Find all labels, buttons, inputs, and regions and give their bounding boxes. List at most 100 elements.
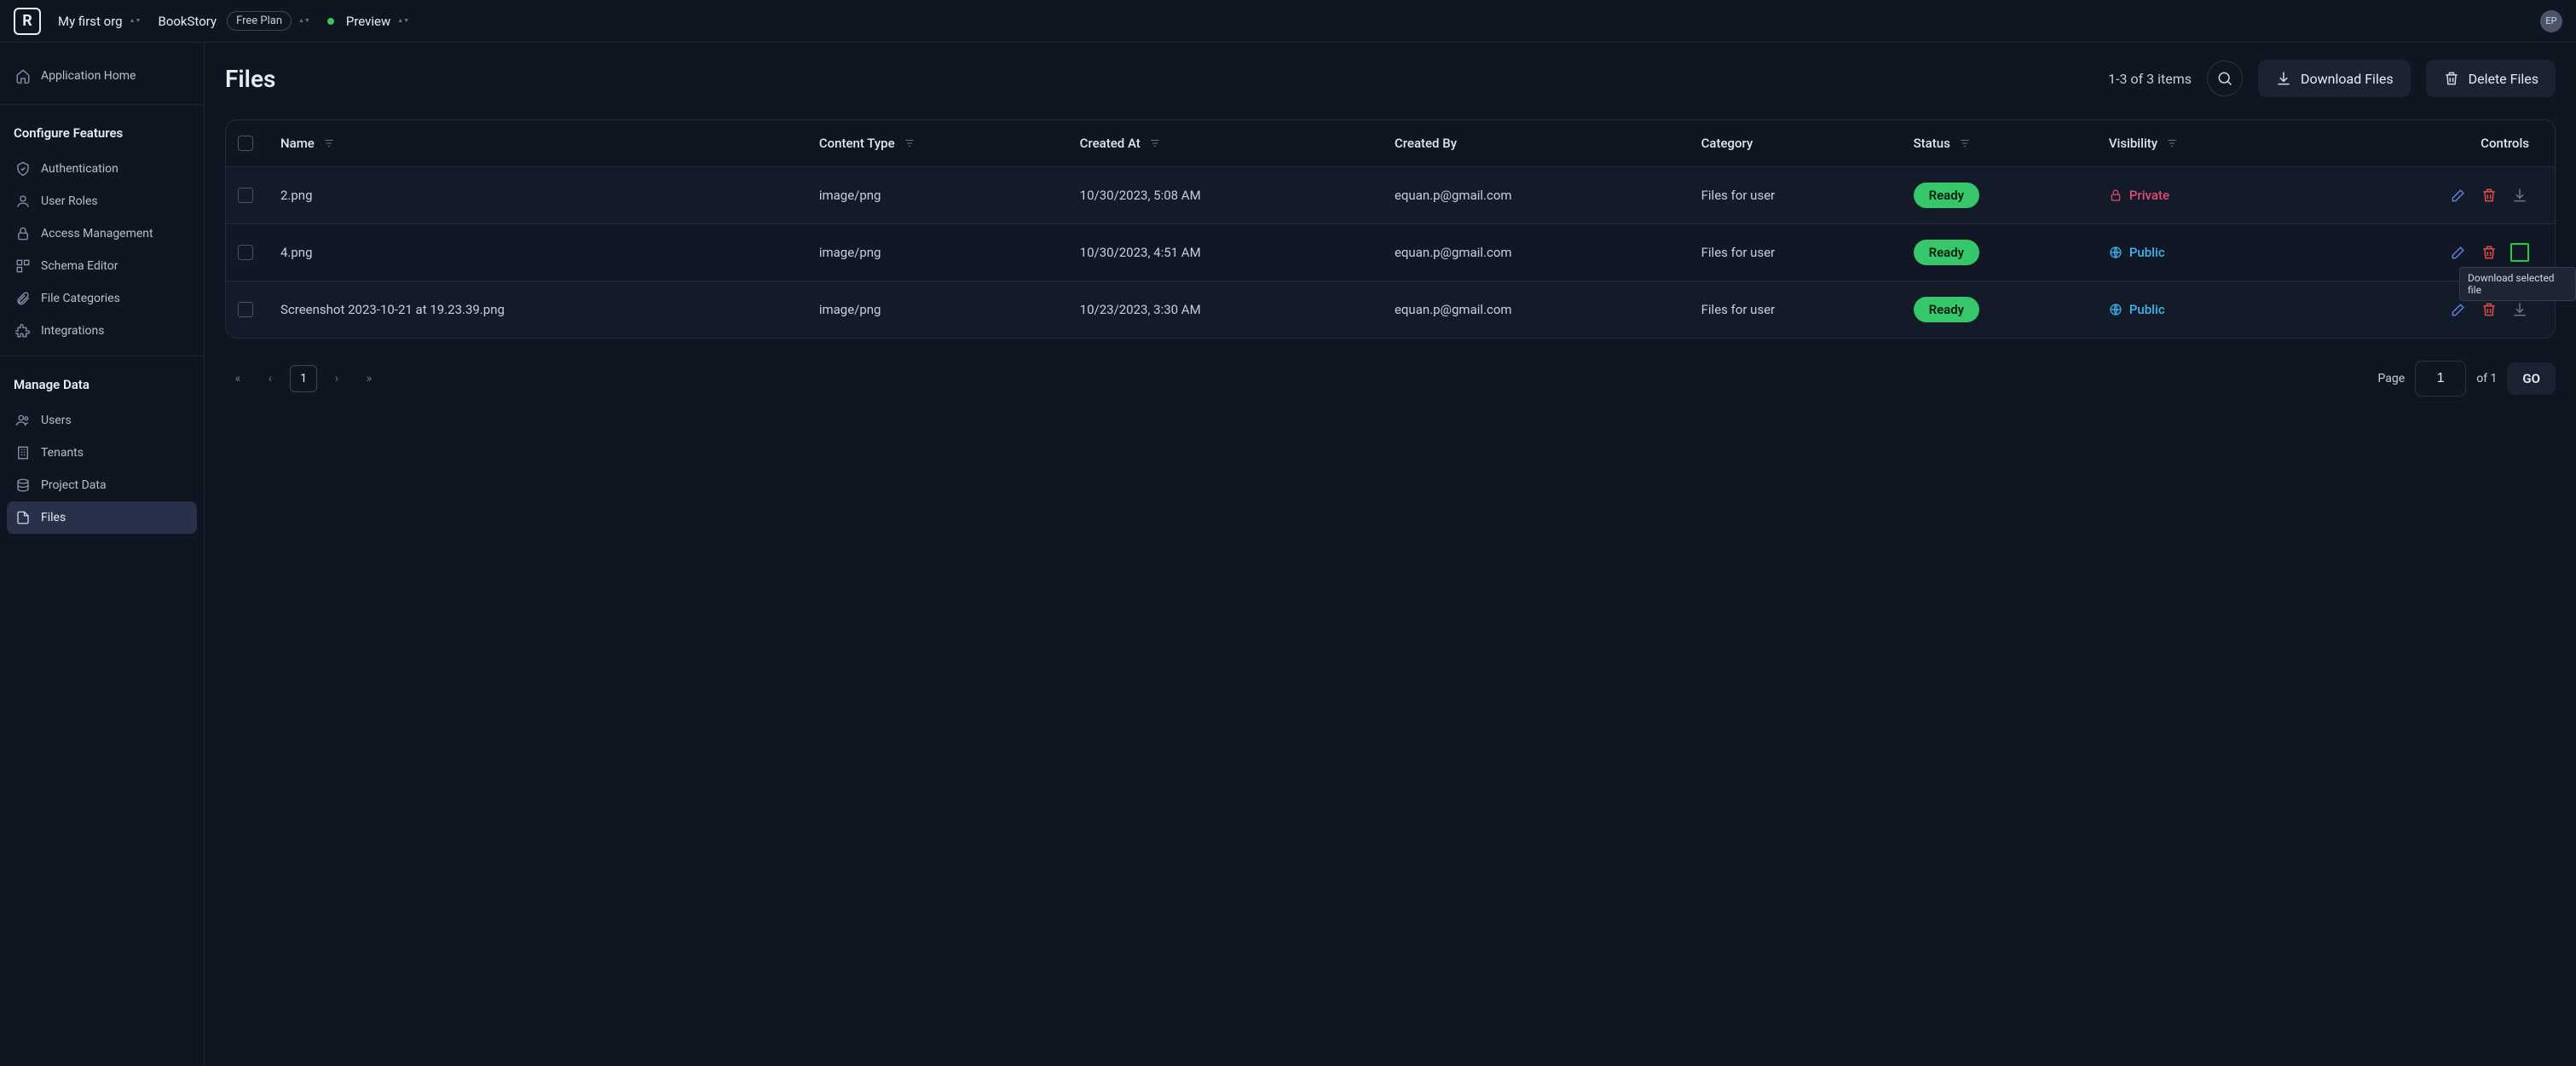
cell-created-at: 10/30/2023, 5:08 AM: [1068, 167, 1383, 224]
delete-files-button[interactable]: Delete Files: [2426, 60, 2556, 97]
visibility-badge: Public: [2109, 245, 2287, 260]
visibility-badge: Public: [2109, 302, 2287, 317]
sidebar-item-schema-editor[interactable]: Schema Editor: [7, 250, 197, 282]
filter-icon[interactable]: [2166, 137, 2178, 149]
cell-created-at: 10/30/2023, 4:51 AM: [1068, 224, 1383, 281]
sidebar-section-title: Manage Data: [7, 368, 197, 404]
first-page-button[interactable]: «: [225, 366, 251, 391]
status-dot-icon: [327, 18, 334, 25]
app-logo[interactable]: R: [14, 8, 41, 35]
users-icon: [15, 413, 31, 428]
table-row: Screenshot 2023-10-21 at 19.23.39.png im…: [226, 281, 2555, 339]
user-avatar[interactable]: EP: [2540, 10, 2562, 32]
building-icon: [15, 445, 31, 461]
column-header: Status: [1914, 136, 1950, 151]
page-number-button[interactable]: 1: [290, 365, 317, 392]
last-page-button[interactable]: »: [356, 366, 382, 391]
project-selector[interactable]: BookStory Free Plan ▲▼: [158, 11, 309, 31]
column-header: Controls: [2481, 136, 2529, 151]
main-content: Files 1-3 of 3 items Download Files Dele…: [205, 43, 2576, 1066]
table-row: 2.png image/png 10/30/2023, 5:08 AM equa…: [226, 167, 2555, 224]
chevron-updown-icon: ▲▼: [298, 19, 310, 23]
lock-icon: [15, 226, 31, 241]
sidebar-section-title: Configure Features: [7, 117, 197, 153]
topbar: R My first org ▲▼ BookStory Free Plan ▲▼…: [0, 0, 2576, 43]
cell-content-type: image/png: [807, 281, 1068, 339]
column-header: Visibility: [2109, 136, 2157, 151]
row-checkbox[interactable]: [238, 188, 253, 203]
download-icon: [2275, 70, 2292, 87]
sidebar-item-file-categories[interactable]: File Categories: [7, 282, 197, 315]
sidebar-item-label: Project Data: [41, 478, 107, 492]
status-badge: Ready: [1914, 297, 1980, 322]
download-row-button[interactable]: [2510, 243, 2529, 262]
paperclip-icon: [15, 291, 31, 306]
items-count: 1-3 of 3 items: [2108, 71, 2192, 87]
filter-icon[interactable]: [323, 137, 335, 149]
home-icon: [15, 68, 31, 84]
sidebar-item-label: Access Management: [41, 227, 153, 240]
sidebar-item-integrations[interactable]: Integrations: [7, 315, 197, 347]
column-header: Content Type: [819, 136, 895, 151]
cell-created-by: equan.p@gmail.com: [1383, 281, 1689, 339]
sidebar-item-label: Authentication: [41, 162, 118, 176]
page-input[interactable]: [2415, 361, 2466, 397]
sidebar-item-home[interactable]: Application Home: [7, 60, 197, 92]
cell-name: Screenshot 2023-10-21 at 19.23.39.png: [269, 281, 807, 339]
file-icon: [15, 510, 31, 525]
plan-badge: Free Plan: [227, 11, 292, 31]
table-header-row: Name Content Type Created At Created By …: [226, 120, 2555, 167]
sidebar-item-project-data[interactable]: Project Data: [7, 469, 197, 501]
chevron-updown-icon: ▲▼: [130, 19, 142, 23]
status-badge: Ready: [1914, 240, 1980, 265]
button-label: Download Files: [2301, 71, 2394, 87]
next-page-button[interactable]: ›: [324, 366, 349, 391]
environment-selector[interactable]: Preview ▲▼: [327, 14, 409, 29]
sidebar-item-user-roles[interactable]: User Roles: [7, 185, 197, 217]
go-button[interactable]: GO: [2507, 362, 2556, 395]
download-row-button[interactable]: [2510, 300, 2529, 319]
cell-name: 4.png: [269, 224, 807, 281]
select-all-checkbox[interactable]: [238, 136, 253, 151]
user-icon: [15, 194, 31, 209]
delete-row-button[interactable]: [2480, 186, 2498, 205]
sidebar-item-authentication[interactable]: Authentication: [7, 153, 197, 185]
table-row: 4.png image/png 10/30/2023, 4:51 AM equa…: [226, 224, 2555, 281]
edit-row-button[interactable]: [2449, 186, 2468, 205]
row-checkbox[interactable]: [238, 302, 253, 317]
shield-icon: [15, 161, 31, 177]
sidebar-item-tenants[interactable]: Tenants: [7, 437, 197, 469]
filter-icon[interactable]: [904, 137, 915, 149]
delete-row-button[interactable]: [2480, 300, 2498, 319]
pagination: « ‹ 1 › » Page of 1 GO: [225, 361, 2556, 397]
row-checkbox[interactable]: [238, 245, 253, 260]
org-selector[interactable]: My first org ▲▼: [58, 14, 141, 29]
project-name: BookStory: [158, 14, 217, 29]
column-header: Name: [280, 136, 315, 151]
sidebar-item-label: Application Home: [41, 69, 136, 83]
chevron-updown-icon: ▲▼: [397, 19, 409, 23]
cell-created-by: equan.p@gmail.com: [1383, 224, 1689, 281]
search-button[interactable]: [2207, 61, 2243, 96]
files-table: Name Content Type Created At Created By …: [225, 119, 2556, 339]
sidebar-item-files[interactable]: Files: [7, 501, 197, 534]
sidebar-item-users[interactable]: Users: [7, 404, 197, 437]
prev-page-button[interactable]: ‹: [257, 366, 283, 391]
puzzle-icon: [15, 323, 31, 339]
cell-created-by: equan.p@gmail.com: [1383, 167, 1689, 224]
download-row-button[interactable]: [2510, 186, 2529, 205]
filter-icon[interactable]: [1959, 137, 1971, 149]
column-header: Created At: [1080, 136, 1141, 151]
environment-name: Preview: [346, 14, 390, 29]
sidebar-item-access-management[interactable]: Access Management: [7, 217, 197, 250]
edit-row-button[interactable]: [2449, 243, 2468, 262]
cell-name: 2.png: [269, 167, 807, 224]
delete-row-button[interactable]: [2480, 243, 2498, 262]
download-files-button[interactable]: Download Files: [2258, 60, 2411, 97]
sidebar-item-label: Files: [41, 511, 66, 524]
filter-icon[interactable]: [1149, 137, 1161, 149]
cell-category: Files for user: [1689, 167, 1902, 224]
edit-row-button[interactable]: [2449, 300, 2468, 319]
cell-category: Files for user: [1689, 224, 1902, 281]
sidebar-item-label: Integrations: [41, 324, 104, 338]
